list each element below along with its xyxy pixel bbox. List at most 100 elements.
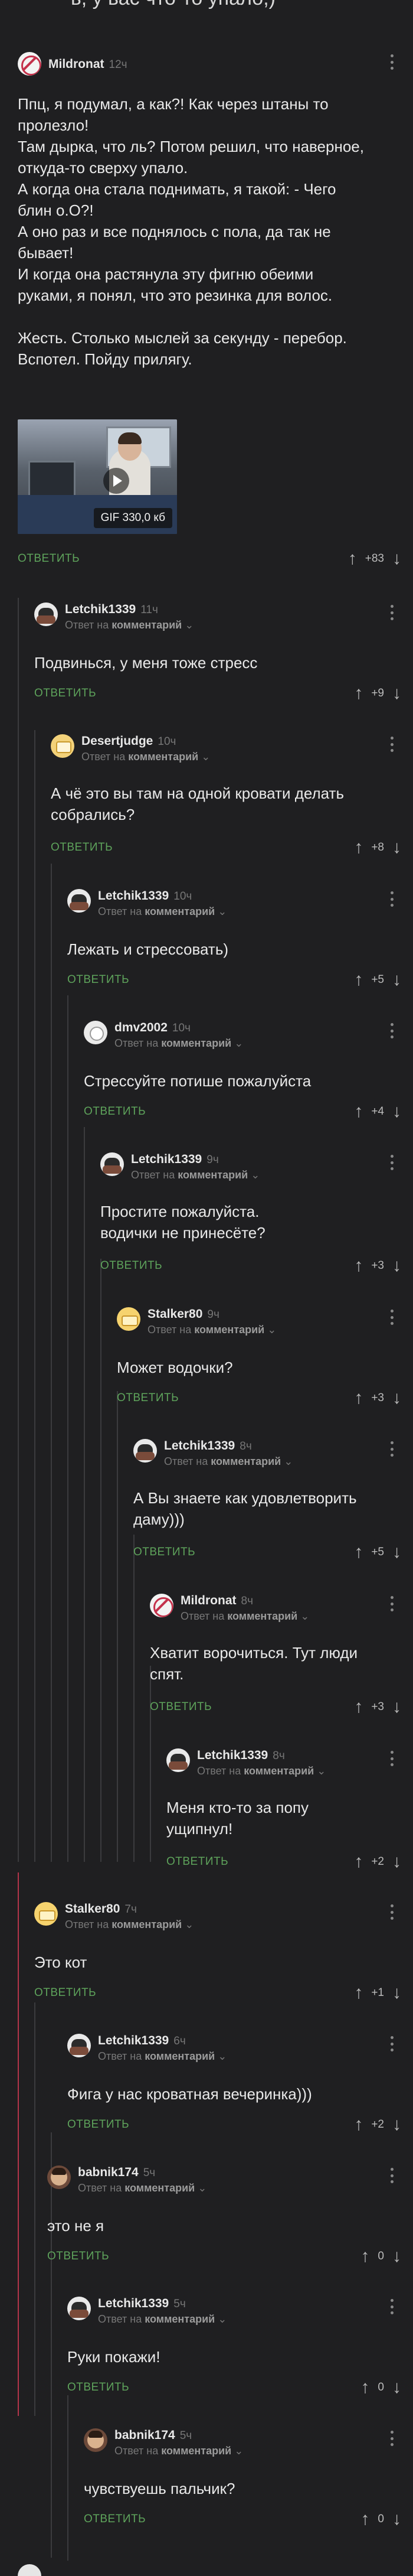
thread-line[interactable] xyxy=(34,730,35,1862)
author-name[interactable]: Letchik1339 xyxy=(65,603,136,617)
author-name[interactable]: dmv2002 xyxy=(114,1021,168,1035)
reply-to-link[interactable]: Ответ на комментарий ⌄ xyxy=(164,1455,293,1468)
avatar[interactable] xyxy=(47,2165,71,2189)
more-vertical-icon[interactable] xyxy=(389,891,394,907)
avatar[interactable] xyxy=(67,889,91,913)
arrow-down-icon[interactable]: ↓ xyxy=(392,550,401,568)
arrow-up-icon[interactable]: ↑ xyxy=(354,2116,363,2134)
arrow-down-icon[interactable]: ↓ xyxy=(392,1984,401,2002)
avatar[interactable] xyxy=(51,734,74,758)
avatar[interactable] xyxy=(166,1748,190,1772)
arrow-down-icon[interactable]: ↓ xyxy=(392,2379,401,2396)
arrow-up-icon[interactable]: ↑ xyxy=(354,1984,363,2002)
reply-to-link[interactable]: Ответ на комментарий ⌄ xyxy=(78,2182,206,2194)
avatar[interactable] xyxy=(18,2564,41,2576)
reply-to-link[interactable]: Ответ на комментарий ⌄ xyxy=(65,1919,194,1931)
arrow-up-icon[interactable]: ↑ xyxy=(354,1103,363,1121)
reply-button[interactable]: ОТВЕТИТЬ xyxy=(67,2381,129,2394)
avatar[interactable] xyxy=(34,1902,58,1926)
arrow-up-icon[interactable]: ↑ xyxy=(354,839,363,857)
reply-to-link[interactable]: Ответ на комментарий ⌄ xyxy=(114,1037,243,1050)
reply-button[interactable]: ОТВЕТИТЬ xyxy=(100,1259,162,1272)
more-vertical-icon[interactable] xyxy=(389,1023,394,1038)
author-name[interactable]: Mildronat xyxy=(181,1594,237,1608)
author-name[interactable]: Letchik1339 xyxy=(98,2034,169,2048)
avatar[interactable] xyxy=(84,2428,107,2452)
arrow-down-icon[interactable]: ↓ xyxy=(392,2116,401,2134)
reply-button[interactable]: ОТВЕТИТЬ xyxy=(51,841,113,854)
thread-line[interactable] xyxy=(51,864,52,1862)
more-vertical-icon[interactable] xyxy=(389,54,394,70)
arrow-up-icon[interactable]: ↑ xyxy=(360,2510,369,2528)
arrow-down-icon[interactable]: ↓ xyxy=(392,1389,401,1407)
more-vertical-icon[interactable] xyxy=(389,605,394,620)
arrow-down-icon[interactable]: ↓ xyxy=(392,1543,401,1561)
more-vertical-icon[interactable] xyxy=(389,737,394,752)
reply-button[interactable]: ОТВЕТИТЬ xyxy=(150,1701,212,1714)
arrow-down-icon[interactable]: ↓ xyxy=(392,1257,401,1275)
author-name[interactable]: Mildronat xyxy=(48,57,104,71)
thread-line[interactable] xyxy=(100,1259,101,1862)
avatar[interactable] xyxy=(34,603,58,626)
arrow-up-icon[interactable]: ↑ xyxy=(360,2379,369,2396)
more-vertical-icon[interactable] xyxy=(389,2168,394,2183)
arrow-down-icon[interactable]: ↓ xyxy=(392,2510,401,2528)
play-icon[interactable] xyxy=(103,468,129,494)
more-vertical-icon[interactable] xyxy=(389,1155,394,1170)
author-name[interactable]: Letchik1339 xyxy=(98,2297,169,2311)
reply-to-link[interactable]: Ответ на комментарий ⌄ xyxy=(181,1610,309,1623)
avatar[interactable] xyxy=(117,1307,140,1331)
arrow-up-icon[interactable]: ↑ xyxy=(354,1389,363,1407)
reply-button[interactable]: ОТВЕТИТЬ xyxy=(34,1986,96,1999)
avatar[interactable] xyxy=(150,1594,173,1617)
more-vertical-icon[interactable] xyxy=(389,1596,394,1611)
arrow-down-icon[interactable]: ↓ xyxy=(392,971,401,989)
more-vertical-icon[interactable] xyxy=(389,1904,394,1920)
arrow-up-icon[interactable]: ↑ xyxy=(354,971,363,989)
author-name[interactable]: Letchik1339 xyxy=(164,1439,235,1453)
reply-to-link[interactable]: Ответ на комментарий ⌄ xyxy=(98,2050,227,2063)
more-vertical-icon[interactable] xyxy=(389,2431,394,2446)
author-name[interactable]: Stalker80 xyxy=(148,1307,202,1321)
thread-line[interactable] xyxy=(133,1535,135,1862)
avatar[interactable] xyxy=(67,2297,91,2320)
reply-button[interactable]: ОТВЕТИТЬ xyxy=(34,687,96,700)
avatar[interactable] xyxy=(100,1152,124,1176)
author-name[interactable]: Letchik1339 xyxy=(131,1152,202,1167)
arrow-down-icon[interactable]: ↓ xyxy=(392,1853,401,1871)
more-vertical-icon[interactable] xyxy=(389,2299,394,2314)
author-name[interactable]: Desertjudge xyxy=(81,734,153,748)
reply-to-link[interactable]: Ответ на комментарий ⌄ xyxy=(98,2313,227,2326)
arrow-up-icon[interactable]: ↑ xyxy=(360,2248,369,2265)
thread-line[interactable] xyxy=(84,1127,85,1862)
reply-button[interactable]: ОТВЕТИТЬ xyxy=(84,1105,146,1118)
author-name[interactable]: babnik174 xyxy=(114,2428,175,2443)
reply-to-link[interactable]: Ответ на комментарий ⌄ xyxy=(65,619,194,631)
more-vertical-icon[interactable] xyxy=(389,2036,394,2051)
arrow-up-icon[interactable]: ↑ xyxy=(354,1543,363,1561)
author-name[interactable]: Letchik1339 xyxy=(197,1748,268,1763)
reply-button[interactable]: ОТВЕТИТЬ xyxy=(84,2513,146,2526)
author-name[interactable]: Letchik1339 xyxy=(98,889,169,903)
reply-to-link[interactable]: Ответ на комментарий ⌄ xyxy=(197,1765,326,1777)
author-name[interactable]: babnik174 xyxy=(78,2165,139,2180)
avatar[interactable] xyxy=(133,1439,157,1463)
arrow-up-icon[interactable]: ↑ xyxy=(348,550,357,568)
reply-button[interactable]: ОТВЕТИТЬ xyxy=(166,1855,228,1868)
thread-line[interactable] xyxy=(67,2395,68,2561)
more-vertical-icon[interactable] xyxy=(389,1751,394,1766)
arrow-down-icon[interactable]: ↓ xyxy=(392,1103,401,1121)
reply-to-link[interactable]: Ответ на комментарий ⌄ xyxy=(131,1169,260,1181)
arrow-down-icon[interactable]: ↓ xyxy=(392,685,401,702)
arrow-up-icon[interactable]: ↑ xyxy=(354,1853,363,1871)
arrow-up-icon[interactable]: ↑ xyxy=(354,1698,363,1716)
avatar[interactable] xyxy=(84,1021,107,1044)
avatar[interactable] xyxy=(67,2034,91,2057)
thread-line[interactable] xyxy=(18,598,19,1862)
thread-line[interactable] xyxy=(34,2002,35,2416)
avatar[interactable] xyxy=(18,52,41,76)
arrow-down-icon[interactable]: ↓ xyxy=(392,2248,401,2265)
reply-button[interactable]: ОТВЕТИТЬ xyxy=(67,2118,129,2131)
arrow-down-icon[interactable]: ↓ xyxy=(392,1698,401,1716)
reply-button[interactable]: ОТВЕТИТЬ xyxy=(47,2250,109,2263)
